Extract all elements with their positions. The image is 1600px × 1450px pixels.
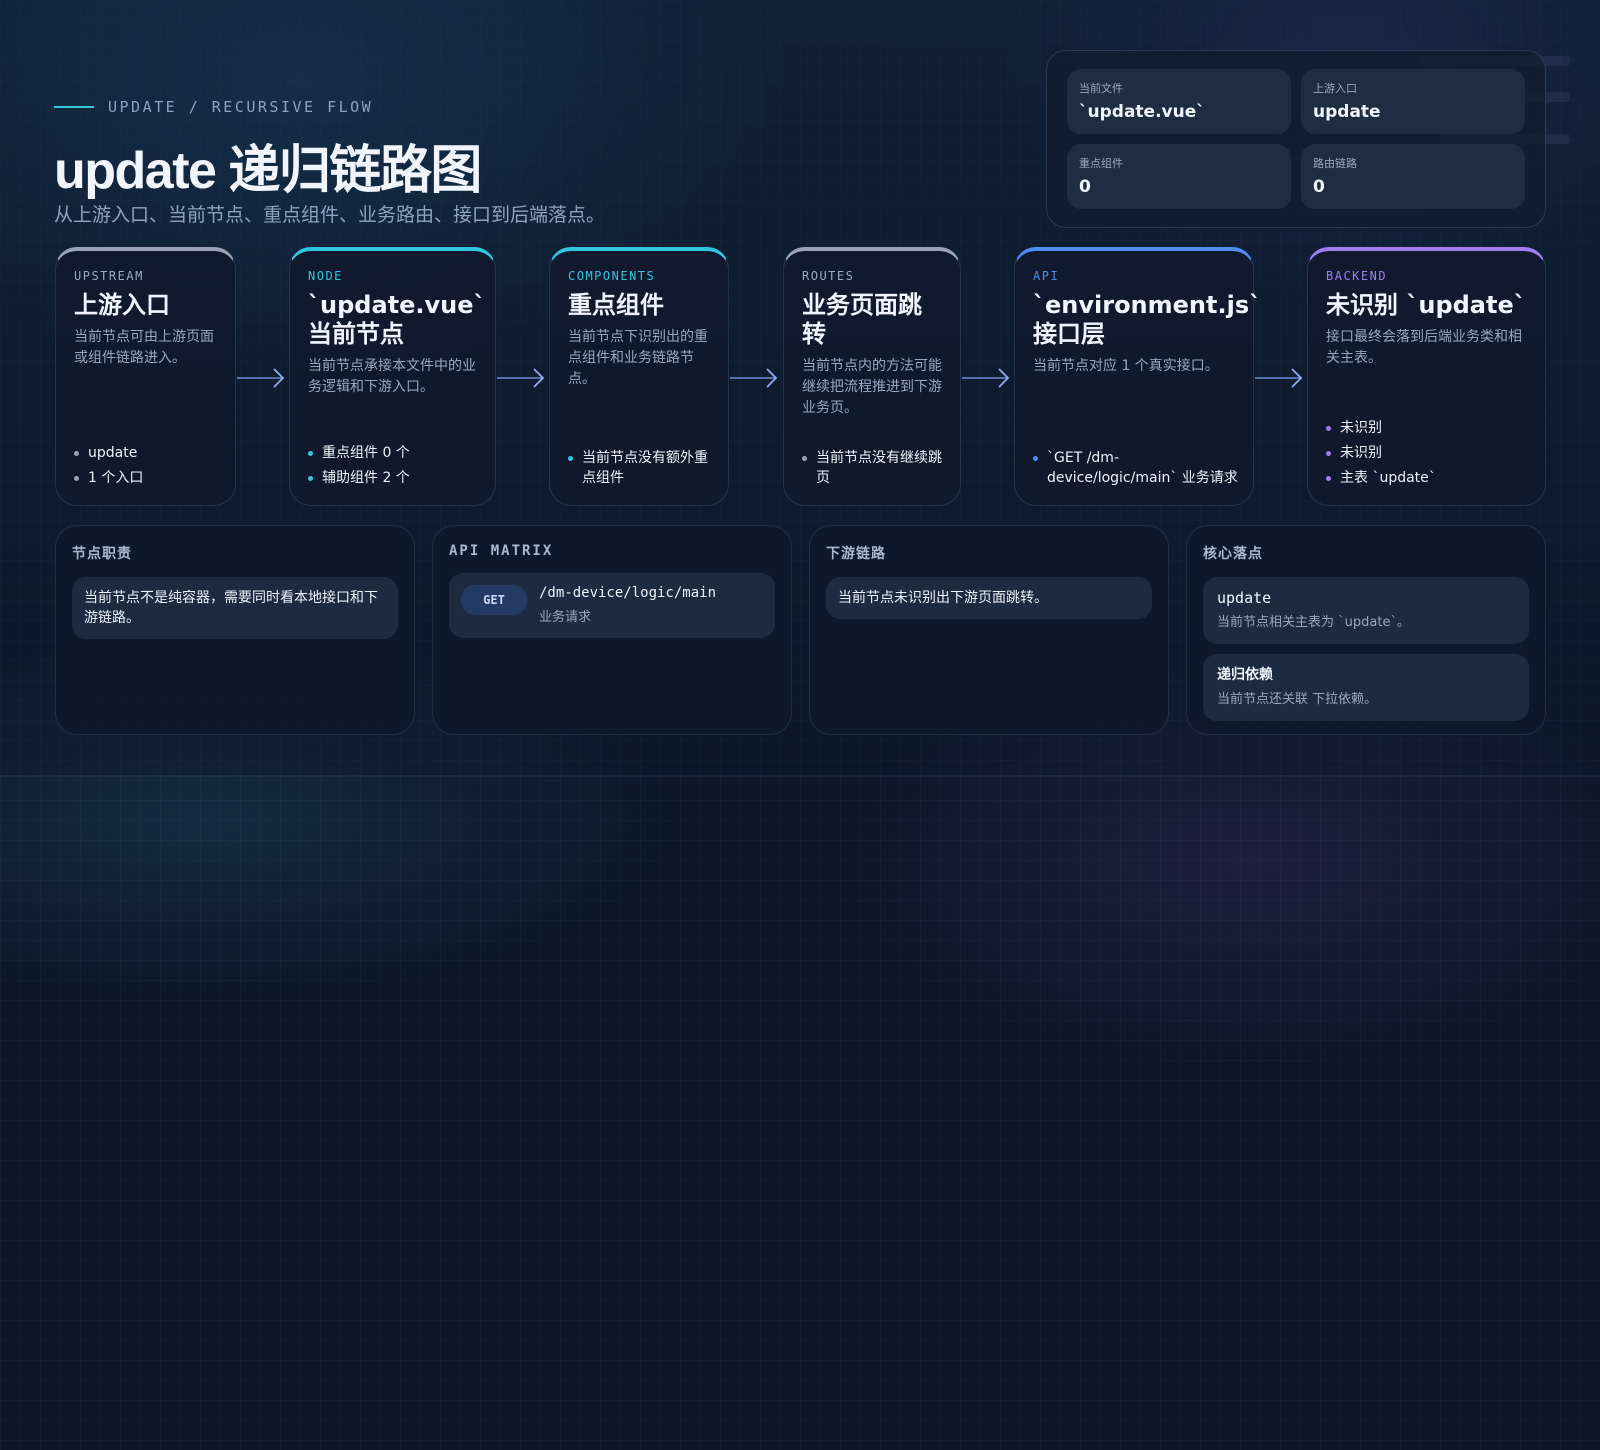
stat-upstream: 上游入口 update	[1301, 69, 1525, 134]
list-item: 重点组件 0 个	[308, 443, 483, 463]
card-title: 业务页面跳转	[802, 291, 922, 348]
list-item: 未识别	[1326, 443, 1533, 463]
panel-downstream: 下游链路 当前节点未识别出下游页面跳转。	[809, 525, 1169, 735]
card-title: 重点组件	[568, 291, 664, 319]
core-item: update 当前节点相关主表为 `update`。	[1203, 577, 1529, 644]
card-list: `GET /dm-device/logic/main` 业务请求	[1033, 443, 1241, 488]
list-item: 主表 `update`	[1326, 468, 1533, 488]
list-item: update	[74, 443, 223, 463]
flow-card-api: API `environment.js` 接口层 当前节点对应 1 个真实接口。…	[1014, 247, 1262, 506]
card-tag: ROUTES	[802, 269, 855, 283]
flow-card-upstream: UPSTREAM 上游入口 当前节点可由上游页面或组件链路进入。 update …	[55, 247, 236, 506]
core-item-desc: 当前节点还关联 下拉依赖。	[1217, 692, 1378, 707]
flow-card-node: NODE `update.vue` 当前节点 当前节点承接本文件中的业务逻辑和下…	[289, 247, 496, 506]
stat-label: 重点组件	[1079, 157, 1123, 170]
stat-current-file: 当前文件 `update.vue`	[1067, 69, 1291, 134]
stat-value: 0	[1313, 177, 1325, 197]
stat-label: 路由链路	[1313, 157, 1357, 170]
flow-card-backend: BACKEND 未识别 `update` 接口最终会落到后端业务类和相关主表。 …	[1307, 247, 1546, 506]
list-item: 当前节点没有额外重点组件	[568, 448, 716, 488]
card-title: `update.vue` 当前节点	[308, 291, 486, 348]
panel-api-matrix: API MATRIX GET /dm-device/logic/main 业务请…	[432, 525, 792, 735]
card-desc: 当前节点承接本文件中的业务逻辑和下游入口。	[308, 358, 476, 395]
card-title: 上游入口	[74, 291, 170, 319]
card-desc: 当前节点下识别出的重点组件和业务链路节点。	[568, 329, 708, 387]
api-row[interactable]: GET /dm-device/logic/main 业务请求	[449, 573, 775, 638]
arrow-right-icon	[730, 368, 778, 388]
stat-value: 0	[1079, 177, 1091, 197]
core-item-desc: 当前节点相关主表为 `update`。	[1217, 615, 1410, 630]
panel-text: 当前节点不是纯容器，需要同时看本地接口和下游链路。	[72, 577, 398, 639]
core-item-name: 递归依赖	[1217, 667, 1273, 683]
arrow-right-icon	[962, 368, 1010, 388]
eyebrow-text: UPDATE / RECURSIVE FLOW	[108, 98, 374, 116]
arrow-right-icon	[237, 368, 285, 388]
eyebrow-line	[54, 106, 94, 108]
list-item: 当前节点没有继续跳页	[802, 448, 948, 488]
card-list: update 1 个入口	[74, 438, 223, 488]
stat-label: 上游入口	[1313, 82, 1357, 95]
eyebrow: UPDATE / RECURSIVE FLOW	[54, 98, 373, 116]
card-list: 重点组件 0 个 辅助组件 2 个	[308, 438, 483, 488]
panel-title: API MATRIX	[449, 543, 554, 559]
core-item: 递归依赖 当前节点还关联 下拉依赖。	[1203, 654, 1529, 721]
api-desc: 业务请求	[539, 610, 592, 625]
card-title: 未识别 `update`	[1326, 291, 1526, 319]
stat-routes: 路由链路 0	[1301, 144, 1525, 209]
list-item: 辅助组件 2 个	[308, 468, 483, 488]
card-tag: UPSTREAM	[74, 269, 144, 283]
card-desc: 接口最终会落到后端业务类和相关主表。	[1326, 329, 1522, 366]
arrow-right-icon	[1255, 368, 1303, 388]
list-item: 未识别	[1326, 418, 1533, 438]
band-divider	[0, 775, 1600, 777]
stat-components: 重点组件 0	[1067, 144, 1291, 209]
panel-title: 下游链路	[826, 546, 886, 562]
stat-value: update	[1313, 102, 1381, 122]
panel-title: 核心落点	[1203, 546, 1263, 562]
api-info: /dm-device/logic/main 业务请求	[539, 583, 716, 628]
stat-label: 当前文件	[1079, 82, 1123, 95]
card-desc: 当前节点可由上游页面或组件链路进入。	[74, 329, 214, 366]
api-path: /dm-device/logic/main	[539, 585, 717, 601]
panel-core: 核心落点 update 当前节点相关主表为 `update`。 递归依赖 当前节…	[1186, 525, 1546, 735]
card-tag: NODE	[308, 269, 343, 283]
stat-value: `update.vue`	[1079, 102, 1205, 122]
panel-text: 当前节点未识别出下游页面跳转。	[826, 577, 1152, 619]
card-list: 当前节点没有继续跳页	[802, 443, 948, 488]
panel-title: 节点职责	[72, 546, 132, 562]
method-badge: GET	[461, 585, 527, 615]
arrow-right-icon	[497, 368, 545, 388]
page-subtitle: 从上游入口、当前节点、重点组件、业务路由、接口到后端落点。	[54, 204, 606, 226]
panel-node-duty: 节点职责 当前节点不是纯容器，需要同时看本地接口和下游链路。	[55, 525, 415, 735]
stats-panel: 当前文件 `update.vue` 上游入口 update 重点组件 0 路由链…	[1046, 50, 1546, 228]
core-item-name: update	[1217, 589, 1272, 607]
flow-card-routes: ROUTES 业务页面跳转 当前节点内的方法可能继续把流程推进到下游业务页。 当…	[783, 247, 961, 506]
flow-card-components: COMPONENTS 重点组件 当前节点下识别出的重点组件和业务链路节点。 当前…	[549, 247, 729, 506]
list-item: `GET /dm-device/logic/main` 业务请求	[1033, 448, 1241, 488]
card-desc: 当前节点内的方法可能继续把流程推进到下游业务页。	[802, 358, 942, 416]
card-desc: 当前节点对应 1 个真实接口。	[1033, 358, 1219, 374]
list-item: 1 个入口	[74, 468, 223, 488]
card-tag: COMPONENTS	[568, 269, 656, 283]
card-list: 未识别 未识别 主表 `update`	[1326, 413, 1533, 488]
page-title: update 递归链路图	[54, 142, 482, 200]
card-tag: BACKEND	[1326, 269, 1388, 283]
card-tag: API	[1033, 269, 1060, 283]
card-title: `environment.js` 接口层	[1033, 291, 1262, 348]
card-list: 当前节点没有额外重点组件	[568, 443, 716, 488]
